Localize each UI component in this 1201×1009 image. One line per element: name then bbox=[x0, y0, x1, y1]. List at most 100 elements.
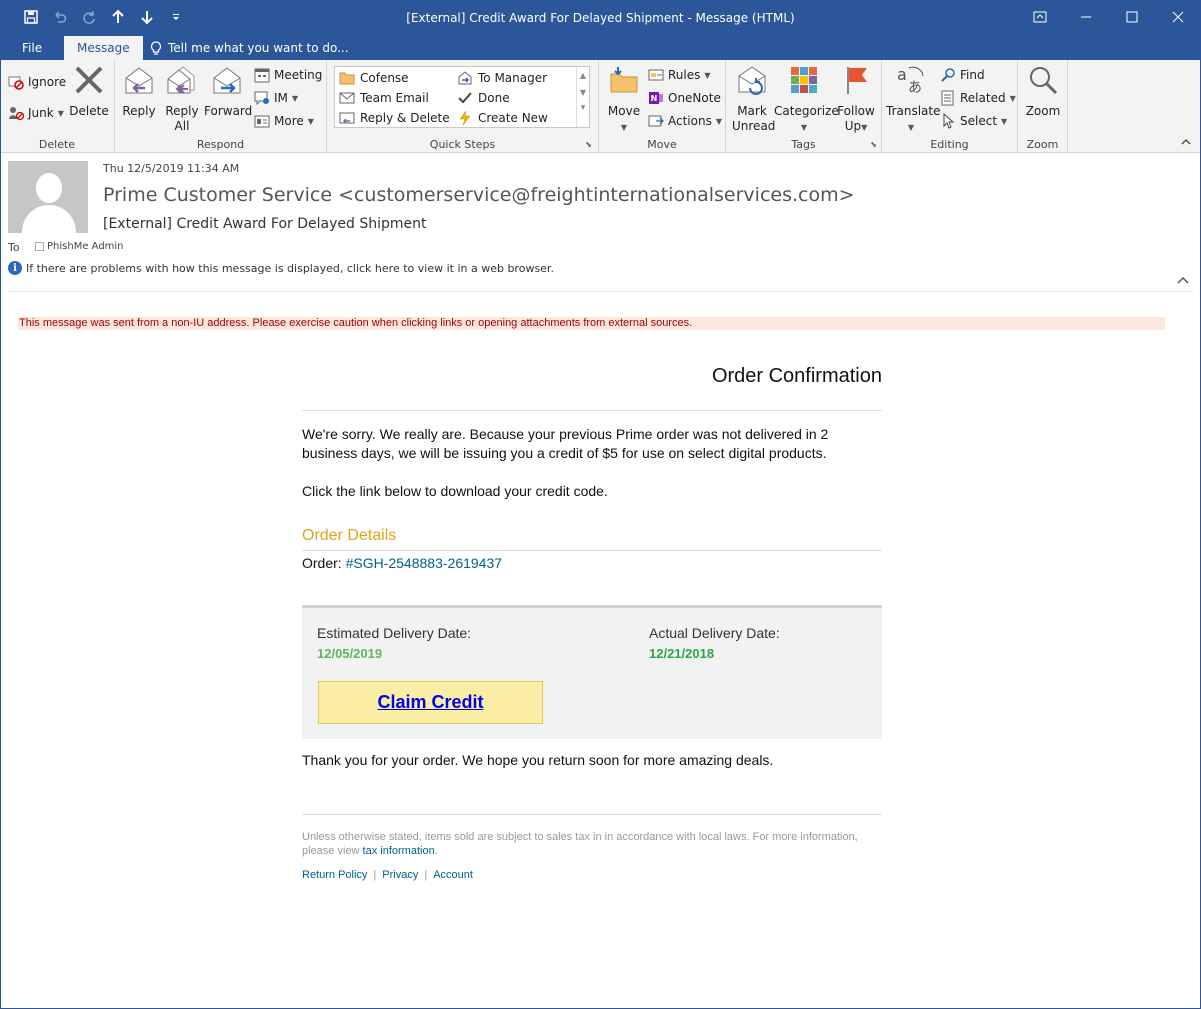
quickstep-cofense[interactable]: Cofense bbox=[339, 68, 409, 88]
quick-steps-gallery: Cofense Team Email Reply & Delete To Man… bbox=[334, 66, 590, 128]
ribbon: Ignore Junk ▼ Delete Delete Reply Reply A… bbox=[0, 60, 1201, 153]
group-label-move: Move bbox=[647, 138, 677, 151]
flag-icon bbox=[847, 67, 867, 94]
forward-icon bbox=[213, 67, 241, 94]
delete-button[interactable]: Delete bbox=[68, 64, 110, 119]
meeting-button[interactable]: Meeting bbox=[254, 65, 322, 85]
mark-unread-button[interactable]: Mark Unread bbox=[732, 64, 775, 134]
tab-message[interactable]: Message bbox=[64, 36, 143, 60]
quickstep-reply-delete[interactable]: Reply & Delete bbox=[339, 108, 450, 128]
reply-delete-icon bbox=[339, 112, 355, 124]
quickstep-done[interactable]: Done bbox=[457, 88, 510, 108]
tab-file[interactable]: File bbox=[9, 36, 55, 60]
group-editing: aあ Translate ▼ Find Related ▼ Select ▼ Edi… bbox=[882, 60, 1018, 153]
move-button[interactable]: Move ▼ bbox=[605, 64, 643, 135]
title-bar: [External] Credit Award For Delayed Ship… bbox=[0, 0, 1201, 36]
order-confirmation-title: Order Confirmation bbox=[711, 365, 882, 387]
rules-icon bbox=[648, 69, 664, 81]
header-divider bbox=[8, 291, 1193, 292]
info-bar[interactable]: i If there are problems with how this me… bbox=[8, 261, 554, 275]
collapse-ribbon-icon[interactable] bbox=[1181, 138, 1191, 149]
lightning-icon bbox=[459, 110, 471, 126]
categorize-button[interactable]: Categorize ▼ bbox=[774, 64, 839, 135]
separator: | bbox=[373, 869, 377, 881]
recipient-checkbox bbox=[35, 242, 44, 251]
ribbon-display-options-icon[interactable] bbox=[1017, 0, 1063, 34]
quickstep-to-manager[interactable]: To Manager bbox=[457, 68, 547, 88]
chevron-down-icon: ▼ bbox=[704, 70, 711, 80]
more-button[interactable]: More ▼ bbox=[254, 111, 314, 131]
follow-up-button[interactable]: Follow Up▼ bbox=[834, 64, 878, 135]
chevron-down-icon: ▼ bbox=[1009, 93, 1016, 103]
translate-icon: aあ bbox=[897, 65, 924, 96]
group-move: Move ▼ Rules ▼ N OneNote Actions ▼ Move bbox=[599, 60, 726, 153]
download-instructions: Click the link below to download your cr… bbox=[302, 483, 608, 499]
recipient[interactable]: PhishMe Admin bbox=[35, 241, 124, 252]
group-tags: Mark Unread Categorize ▼ Follow Up▼ Tags… bbox=[726, 60, 882, 153]
chevron-down-icon: ▼ bbox=[291, 93, 299, 103]
tax-information-link[interactable]: tax information bbox=[363, 845, 435, 857]
junk-button[interactable]: Junk ▼ bbox=[8, 103, 64, 123]
to-label: To bbox=[8, 241, 20, 254]
footer-links: Return Policy | Privacy | Account bbox=[302, 869, 473, 881]
chevron-down-icon: ▼ bbox=[57, 108, 64, 118]
related-icon bbox=[941, 90, 954, 106]
delete-x-icon bbox=[75, 66, 103, 94]
privacy-link[interactable]: Privacy bbox=[382, 869, 418, 881]
window-controls bbox=[1017, 0, 1201, 34]
divider bbox=[302, 814, 882, 815]
quickstep-team-email[interactable]: Team Email bbox=[339, 88, 429, 108]
order-number-link[interactable]: #SGH-2548883-2619437 bbox=[346, 555, 502, 571]
reply-button[interactable]: Reply bbox=[121, 64, 157, 119]
dialog-launcher-icon[interactable]: ⬊ bbox=[870, 140, 877, 149]
svg-text:a: a bbox=[897, 65, 907, 84]
quick-steps-scrollbar[interactable]: ▲ ▼ ▾ bbox=[576, 67, 589, 127]
forward-manager-icon bbox=[458, 71, 472, 85]
im-button[interactable]: IM ▼ bbox=[254, 88, 298, 108]
rules-button[interactable]: Rules ▼ bbox=[648, 65, 711, 85]
translate-button[interactable]: aあ Translate ▼ bbox=[886, 64, 941, 135]
group-label-respond: Respond bbox=[196, 138, 245, 151]
group-respond: Reply Reply All Forward Meeting IM ▼ More… bbox=[115, 60, 327, 153]
message-header: Thu 12/5/2019 11:34 AM Prime Customer Se… bbox=[0, 153, 1201, 293]
find-button[interactable]: Find bbox=[940, 65, 985, 85]
ignore-button[interactable]: Ignore bbox=[8, 72, 66, 92]
cursor-icon bbox=[943, 113, 955, 129]
group-label-delete: Delete bbox=[38, 138, 76, 151]
external-warning-banner: This message was sent from a non-IU addr… bbox=[18, 317, 1165, 330]
claim-credit-link[interactable]: Claim Credit bbox=[377, 692, 483, 713]
maximize-icon[interactable] bbox=[1109, 0, 1155, 34]
actual-delivery-value: 12/21/2018 bbox=[649, 646, 715, 661]
close-icon[interactable] bbox=[1155, 0, 1201, 34]
quickstep-create-new[interactable]: Create New bbox=[457, 108, 548, 128]
group-label-quick-steps: Quick Steps bbox=[429, 138, 496, 151]
zoom-button[interactable]: Zoom bbox=[1022, 64, 1064, 119]
onenote-button[interactable]: N OneNote bbox=[648, 88, 721, 108]
reply-all-button[interactable]: Reply All bbox=[162, 64, 202, 134]
forward-button[interactable]: Forward bbox=[204, 64, 252, 119]
select-button[interactable]: Select ▼ bbox=[940, 111, 1007, 131]
im-icon bbox=[254, 91, 269, 106]
related-button[interactable]: Related ▼ bbox=[940, 88, 1016, 108]
message-sender[interactable]: Prime Customer Service <customerservice@… bbox=[103, 184, 855, 206]
estimated-delivery-value: 12/05/2019 bbox=[317, 646, 383, 661]
tell-me-box[interactable]: Tell me what you want to do... bbox=[150, 36, 349, 60]
actions-button[interactable]: Actions ▼ bbox=[648, 111, 722, 131]
dialog-launcher-icon[interactable]: ⬊ bbox=[585, 140, 592, 149]
separator: | bbox=[424, 869, 428, 881]
claim-credit-button[interactable]: Claim Credit bbox=[318, 681, 543, 724]
categorize-icon bbox=[791, 67, 817, 93]
more-respond-icon bbox=[254, 115, 270, 128]
collapse-header-icon[interactable] bbox=[1177, 273, 1189, 287]
account-link[interactable]: Account bbox=[433, 869, 473, 881]
return-policy-link[interactable]: Return Policy bbox=[302, 869, 367, 881]
ribbon-tabs: File Message Tell me what you want to do… bbox=[0, 36, 1201, 60]
thank-you-text: Thank you for your order. We hope you re… bbox=[302, 752, 774, 768]
divider bbox=[302, 550, 882, 551]
minimize-icon[interactable] bbox=[1063, 0, 1109, 34]
delivery-dates-box: Estimated Delivery Date: 12/05/2019 Actu… bbox=[302, 605, 882, 739]
group-delete: Ignore Junk ▼ Delete Delete bbox=[0, 60, 115, 153]
intro-text: We're sorry. We really are. Because your… bbox=[302, 426, 829, 461]
tell-me-placeholder: Tell me what you want to do... bbox=[168, 41, 349, 55]
message-subject: [External] Credit Award For Delayed Ship… bbox=[103, 216, 427, 232]
